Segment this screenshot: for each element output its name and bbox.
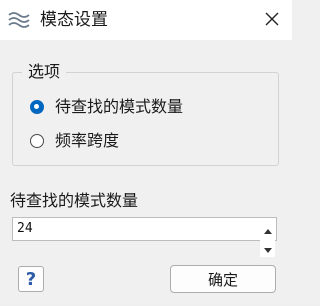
options-legend: 选项 <box>22 61 67 83</box>
ok-button-label: 确定 <box>207 270 238 289</box>
radio-mode-count[interactable]: 待查找的模式数量 <box>30 95 183 119</box>
close-icon <box>265 11 279 30</box>
spin-buttons <box>260 219 275 257</box>
question-mark-icon: ? <box>25 268 37 290</box>
spin-up-button[interactable] <box>260 219 275 238</box>
title-bar: 模态设置 <box>0 0 292 40</box>
close-button[interactable] <box>252 0 292 40</box>
mode-count-spinbox[interactable]: 24 <box>12 217 277 257</box>
radio-label-mode-count: 待查找的模式数量 <box>55 97 184 116</box>
triangle-down-icon <box>263 238 272 257</box>
window-title: 模态设置 <box>40 10 108 30</box>
radio-label-frequency-span: 频率跨度 <box>55 131 120 150</box>
mode-count-label: 待查找的模式数量 <box>10 191 139 210</box>
radio-frequency-span[interactable]: 频率跨度 <box>30 129 119 153</box>
wave-icon <box>8 10 30 30</box>
triangle-up-icon <box>263 219 272 238</box>
radio-button-checked[interactable] <box>30 100 44 114</box>
radio-button-unchecked[interactable] <box>30 134 44 148</box>
help-button[interactable]: ? <box>18 266 44 292</box>
mode-count-value[interactable]: 24 <box>17 221 33 237</box>
ok-button[interactable]: 确定 <box>170 265 276 293</box>
spin-down-button[interactable] <box>260 238 275 257</box>
